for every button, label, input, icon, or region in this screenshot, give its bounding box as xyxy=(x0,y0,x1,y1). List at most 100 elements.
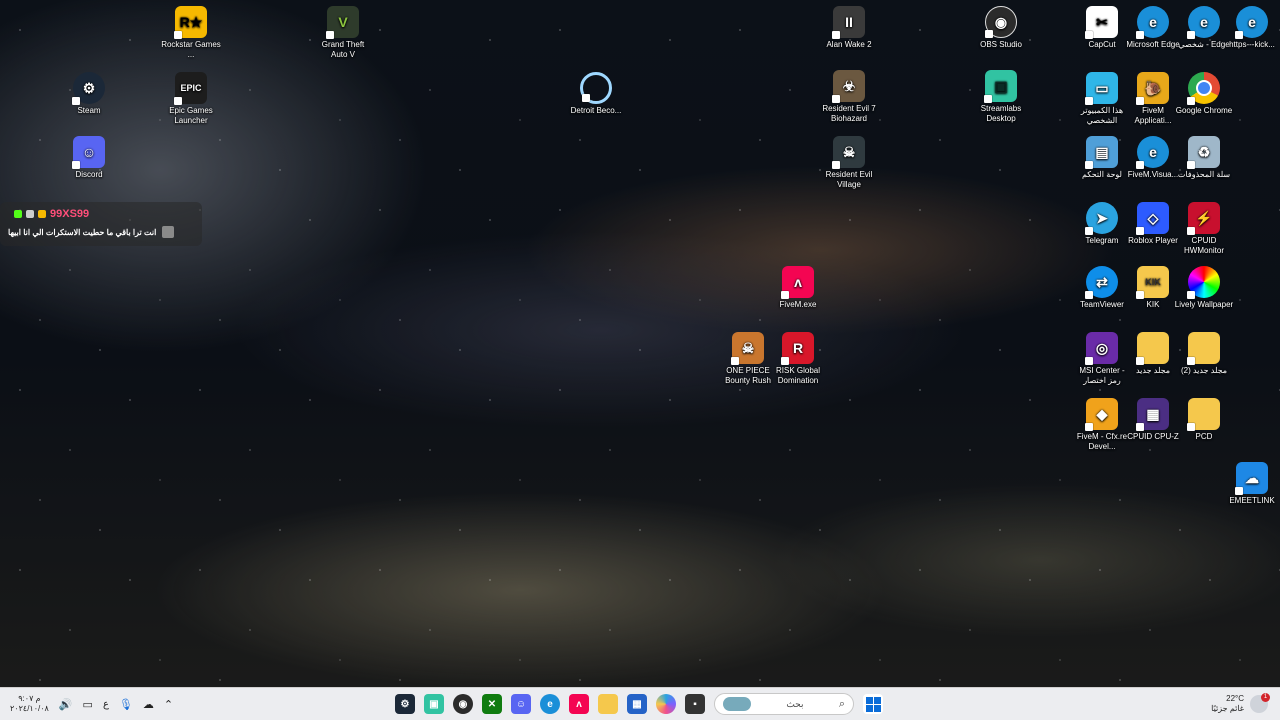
taskbar-apps: ⚙ ▣ ◉ ✕ ☺ e ʌ ▦ ▪ بحث ⌕ xyxy=(395,688,883,720)
lively-wallpaper-icon xyxy=(1187,266,1220,299)
chrome-icon xyxy=(1187,72,1220,105)
desktop-icon-chrome[interactable]: Google Chrome xyxy=(1174,72,1234,116)
detroit-icon xyxy=(580,72,612,104)
taskbar-streamlabs-icon[interactable]: ▣ xyxy=(424,694,444,714)
desktop-icon-pcd[interactable]: PCD xyxy=(1174,398,1234,442)
microphone-icon[interactable]: 🎙 xyxy=(119,698,133,711)
taskbar-file-explorer-icon[interactable] xyxy=(598,694,618,714)
edge-icon: e xyxy=(1235,6,1268,39)
risk-icon: R xyxy=(781,332,814,365)
cpu-z-icon: ▦ xyxy=(1136,398,1169,431)
weather-desc: غائم جزئيًا xyxy=(1211,704,1244,713)
taskbar-app-icon[interactable]: ▪ xyxy=(685,694,705,714)
overlay-message-row: انت ترا باقي ما حطيت الاستكرات الي انا ا… xyxy=(8,226,175,238)
desktop-icon-emeetlink[interactable]: ☁ EMEETLINK xyxy=(1222,462,1280,506)
system-tray: م ٩:٠٧ ٢٠٢٤/١٠/٠٨ 🔊 ▭ ع 🎙 ☁ ⌃ xyxy=(10,688,173,720)
kick-icon xyxy=(14,210,22,218)
desktop-icon-detroit[interactable]: Detroit Beco... xyxy=(566,72,626,116)
network-icon[interactable]: ▭ xyxy=(83,698,93,711)
resident-evil-village-icon: ☠ xyxy=(832,136,865,169)
search-placeholder: بحث xyxy=(786,698,804,709)
volume-icon[interactable]: 🔊 xyxy=(59,698,73,711)
desktop-icon-steam[interactable]: ⚙ Steam xyxy=(59,72,119,116)
weather-widget[interactable]: 22°C غائم جزئيًا 1 xyxy=(1211,688,1270,720)
taskbar-xbox-icon[interactable]: ✕ xyxy=(482,694,502,714)
desktop-icon-recycle-bin[interactable]: ♻ سلة المحذوفات xyxy=(1174,136,1234,180)
clock-date: ٢٠٢٤/١٠/٠٨ xyxy=(10,704,49,713)
teamviewer-icon: ⇄ xyxy=(1085,266,1118,299)
folder-icon xyxy=(1187,332,1220,365)
fivem-cfx-icon: ◆ xyxy=(1085,398,1118,431)
partly-cloudy-icon: 1 xyxy=(1250,693,1270,713)
recycle-bin-icon: ♻ xyxy=(1187,136,1220,169)
hwmonitor-icon: ⚡ xyxy=(1187,202,1220,235)
desktop-icon-re7[interactable]: ☣ Resident Evil 7 Biohazard xyxy=(819,70,879,124)
resident-evil-7-icon: ☣ xyxy=(832,70,865,103)
desktop-icon-streamlabs[interactable]: ▣ Streamlabs Desktop xyxy=(971,70,1031,124)
edge-icon: e xyxy=(1187,6,1220,39)
gta-icon: V xyxy=(326,6,359,39)
taskbar-discord-icon[interactable]: ☺ xyxy=(511,694,531,714)
obs-icon: ◉ xyxy=(985,6,1017,38)
folder-icon xyxy=(1136,332,1169,365)
one-piece-icon: ☠ xyxy=(731,332,764,365)
desktop-icon-re-village[interactable]: ☠ Resident Evil Village xyxy=(819,136,879,190)
search-icon: ⌕ xyxy=(838,697,845,710)
desktop-icon-lively[interactable]: Lively Wallpaper xyxy=(1174,266,1234,310)
computer-icon: ▭ xyxy=(1085,72,1118,105)
control-panel-icon: ▤ xyxy=(1085,136,1118,169)
start-button-icon[interactable] xyxy=(863,694,883,714)
clock[interactable]: م ٩:٠٧ ٢٠٢٤/١٠/٠٨ xyxy=(10,694,49,714)
alan-wake-icon: II xyxy=(832,6,865,39)
edge-icon: e xyxy=(1136,136,1169,169)
desktop-icon-hwmonitor[interactable]: ⚡ CPUID HWMonitor xyxy=(1174,202,1234,256)
roblox-icon: ◇ xyxy=(1136,202,1169,235)
folder-icon xyxy=(1187,398,1220,431)
badge-icon xyxy=(26,210,34,218)
telegram-icon: ➤ xyxy=(1085,202,1118,235)
desktop-icon-new-folder-2[interactable]: (2) مجلد جديد xyxy=(1174,332,1234,376)
chat-overlay: 99XS99 انت ترا باقي ما حطيت الاستكرات ال… xyxy=(0,202,202,246)
weather-text: 22°C غائم جزئيًا xyxy=(1211,694,1244,714)
taskbar-copilot-icon[interactable] xyxy=(656,694,676,714)
search-box[interactable]: بحث ⌕ xyxy=(714,693,854,715)
language-indicator[interactable]: ع xyxy=(103,699,109,710)
taskbar-edge-icon[interactable]: e xyxy=(540,694,560,714)
emeetlink-icon: ☁ xyxy=(1235,462,1268,495)
taskbar-store-icon[interactable]: ▦ xyxy=(627,694,647,714)
capcut-icon: ✂ xyxy=(1085,6,1118,39)
avatar xyxy=(162,226,175,238)
fivem-icon: ʌ xyxy=(781,266,814,299)
desktop-icon-kick[interactable]: e https---kick... xyxy=(1222,6,1280,50)
streamlabs-icon: ▣ xyxy=(984,70,1017,103)
desktop-icon-epic[interactable]: EPIC Epic Games Launcher xyxy=(161,72,221,126)
rockstar-icon: R★ xyxy=(174,6,207,39)
onedrive-icon[interactable]: ☁ xyxy=(143,698,154,711)
desktop-icon-gta[interactable]: V Grand Theft Auto V xyxy=(313,6,373,60)
crown-icon xyxy=(38,210,46,218)
chevron-up-icon[interactable]: ⌃ xyxy=(164,698,173,711)
weather-temp: 22°C xyxy=(1226,694,1244,703)
desktop-icon-rockstar[interactable]: R★ Rockstar Games ... xyxy=(161,6,221,60)
msi-center-icon: ◎ xyxy=(1085,332,1118,365)
taskbar-steam-icon[interactable]: ⚙ xyxy=(395,694,415,714)
fivem-application-icon: 🐌 xyxy=(1136,72,1169,105)
taskbar-obs-icon[interactable]: ◉ xyxy=(453,694,473,714)
overlay-message: انت ترا باقي ما حطيت الاستكرات الي انا ا… xyxy=(8,227,157,237)
overlay-username: 99XS99 xyxy=(50,208,90,220)
taskbar: م ٩:٠٧ ٢٠٢٤/١٠/٠٨ 🔊 ▭ ع 🎙 ☁ ⌃ ⚙ ▣ ◉ ✕ ☺ … xyxy=(0,687,1280,720)
steam-icon: ⚙ xyxy=(72,72,105,105)
folder-icon: KIK xyxy=(1136,266,1169,299)
desktop-icon-discord[interactable]: ☺ Discord xyxy=(59,136,119,180)
desktop-icon-risk[interactable]: R RISK Global Domination xyxy=(768,332,828,386)
edge-icon: e xyxy=(1136,6,1169,39)
clock-time: م ٩:٠٧ xyxy=(18,694,41,703)
desktop-icon-obs[interactable]: ◉ OBS Studio xyxy=(971,6,1031,50)
desktop-icon-fivem-exe[interactable]: ʌ FiveM.exe xyxy=(768,266,828,310)
overlay-header: 99XS99 xyxy=(14,208,89,220)
desktop-icon-alan-wake[interactable]: II Alan Wake 2 xyxy=(819,6,879,50)
notification-badge: 1 xyxy=(1261,693,1270,702)
taskbar-fivem-icon[interactable]: ʌ xyxy=(569,694,589,714)
discord-icon: ☺ xyxy=(72,136,105,169)
search-highlight-image xyxy=(723,697,751,711)
